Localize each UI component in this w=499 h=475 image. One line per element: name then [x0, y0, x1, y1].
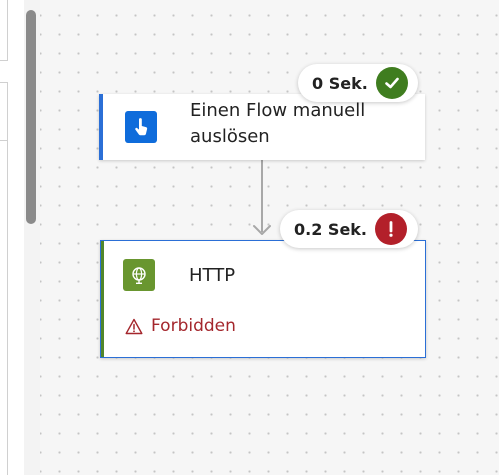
http-card-accent	[101, 241, 104, 357]
exclamation-icon	[375, 213, 408, 245]
http-action-title: HTTP	[189, 265, 236, 286]
scrollbar-thumb[interactable]	[26, 10, 36, 224]
flow-run-view: Einen Flow manuell auslösen 0 Sek. HTTP	[0, 0, 499, 475]
trigger-action-title: Einen Flow manuell auslösen	[190, 100, 366, 147]
checkmark-icon	[375, 67, 408, 99]
trigger-duration-label: 0 Sek.	[312, 73, 368, 93]
left-panel-box	[0, 0, 8, 61]
trigger-duration-badge: 0 Sek.	[298, 64, 418, 102]
trigger-action-card[interactable]: Einen Flow manuell auslösen	[99, 94, 425, 160]
globe-icon	[123, 259, 155, 291]
http-error-row: Forbidden	[125, 316, 236, 336]
connector-arrow-icon	[253, 225, 271, 235]
http-action-card[interactable]: HTTP Forbidden	[100, 240, 426, 358]
hand-pointer-icon	[125, 111, 157, 143]
left-panel	[0, 0, 24, 475]
http-error-message: Forbidden	[151, 316, 236, 336]
warning-icon	[125, 318, 143, 334]
http-duration-label: 0.2 Sek.	[294, 219, 368, 239]
left-panel-divider	[0, 140, 8, 141]
http-duration-badge: 0.2 Sek.	[280, 210, 418, 248]
